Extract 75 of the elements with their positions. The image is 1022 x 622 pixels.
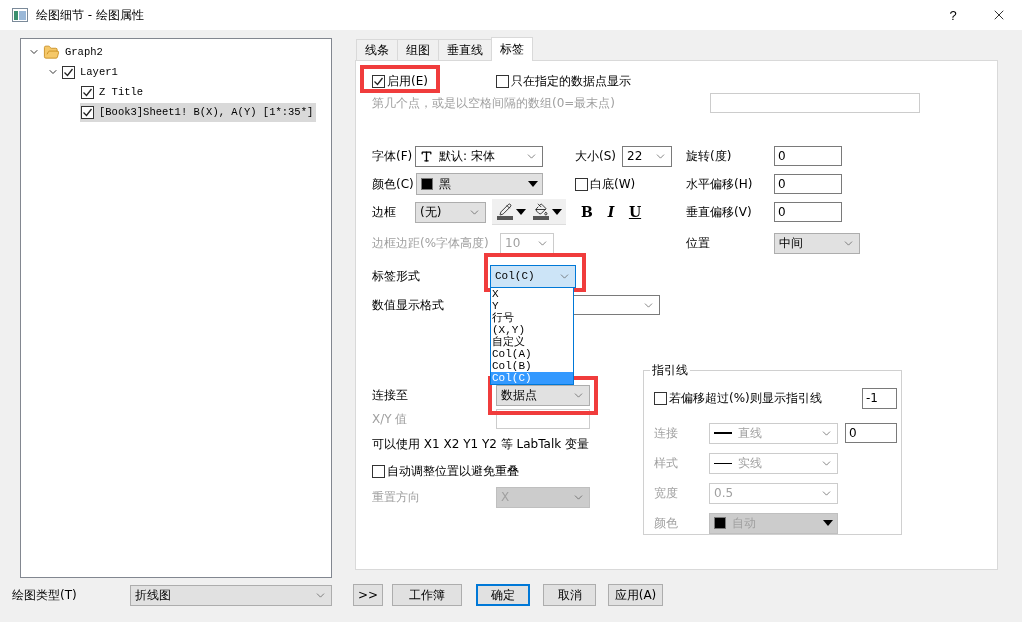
help-button[interactable]: ? [930,0,976,30]
line-style-icon [714,432,732,434]
vertical-offset-input[interactable]: 0 [774,202,842,222]
field-label: 数值显示格式 [372,296,445,314]
checkbox[interactable] [81,85,94,99]
font-icon [420,149,433,163]
checkbox-label: 白底(W) [590,175,636,193]
hint-text: 可以使用 X1 X2 Y1 Y2 等 LabTalk 变量 [372,435,589,453]
text-style-button[interactable]: I [599,204,623,220]
field-label: 位置 [686,234,711,252]
threshold-input[interactable]: -1 [862,387,897,409]
checkbox[interactable] [372,464,385,478]
checkbox-label: 启用(E) [387,72,428,90]
color-swatch [714,517,726,529]
text-style-button[interactable]: B [575,204,599,220]
checkbox[interactable] [654,391,667,405]
field-label: 标签形式 [372,267,421,285]
field-label: 边框边距(%字体高度) [372,234,490,252]
color-swatch [421,178,433,190]
caret-icon [552,208,562,215]
field-label: 颜色 [654,514,679,532]
field-label: 连接 [654,424,679,442]
tree-item[interactable]: [Book3]Sheet1! B(X), A(Y) [1*:35*] [80,102,317,122]
field-label: 绘图类型(T) [12,586,78,604]
caret-icon [516,208,526,215]
tab[interactable]: 标签 [491,37,533,61]
checkbox[interactable] [372,74,385,88]
field-label: 颜色(C) [372,175,415,193]
checkbox[interactable] [575,177,588,191]
checkbox-label: 自动调整位置以避免重叠 [387,462,519,480]
pencil-icon [498,203,512,216]
field-label: 旋转(度) [686,147,733,165]
field-label: 第几个点，或是以空格间隔的数组(0=最末点) [372,94,617,112]
folder-icon [43,43,60,61]
caret-icon [823,520,833,526]
checkbox[interactable] [81,105,94,119]
window-icon [12,8,28,22]
field-label: 宽度 [654,484,679,502]
tab[interactable]: 线条 [356,39,398,60]
checkbox[interactable] [496,74,509,88]
checkbox[interactable] [62,65,75,79]
field-label: 边框 [372,203,397,221]
field-label: 字体(F) [372,147,414,165]
tree-item[interactable]: Layer1 [61,62,121,82]
color-dropdown[interactable]: 黑 [416,173,543,195]
plot-type-dropdown[interactable]: 折线图 [130,584,332,606]
size-dropdown[interactable]: 22 [622,145,672,167]
window-title: 绘图细节 - 绘图属性 [36,6,145,24]
dialog-button[interactable]: 工作簿 [392,584,462,606]
connect-to-dropdown[interactable]: 数据点 [496,384,590,406]
horizontal-offset-input[interactable]: 0 [774,174,842,194]
caret-icon [528,181,538,187]
border-dropdown[interactable]: (无) [415,201,486,223]
position-dropdown[interactable]: 中间 [774,232,860,254]
field-label: X/Y 值 [372,410,409,428]
checkbox-label: 若偏移超过(%)则显示指引线 [669,389,822,407]
field-label: 重置方向 [372,488,421,506]
field-label: 样式 [654,454,679,472]
rotation-input[interactable]: 0 [774,146,842,166]
dialog-button[interactable]: 确定 [476,584,530,606]
line-style-icon [714,462,732,464]
dialog-button[interactable]: 应用(A) [608,584,663,606]
field-label: 大小(S) [575,147,617,165]
field-label: 水平偏移(H) [686,175,754,193]
dialog-button[interactable]: >> [353,584,383,606]
field-label: 垂直偏移(V) [686,203,753,221]
text-style-button[interactable]: U [623,204,647,220]
field-label: 连接至 [372,386,409,404]
tree-item[interactable]: Z Title [80,82,147,102]
font-dropdown[interactable]: 默认: 宋体 [415,145,543,167]
dialog-button[interactable]: 取消 [543,584,596,606]
paint-bucket-icon [534,203,548,216]
checkbox-label: 只在指定的数据点显示 [511,72,631,90]
group-title: 指引线 [651,362,689,379]
tree-item[interactable]: Graph2 [42,42,106,62]
